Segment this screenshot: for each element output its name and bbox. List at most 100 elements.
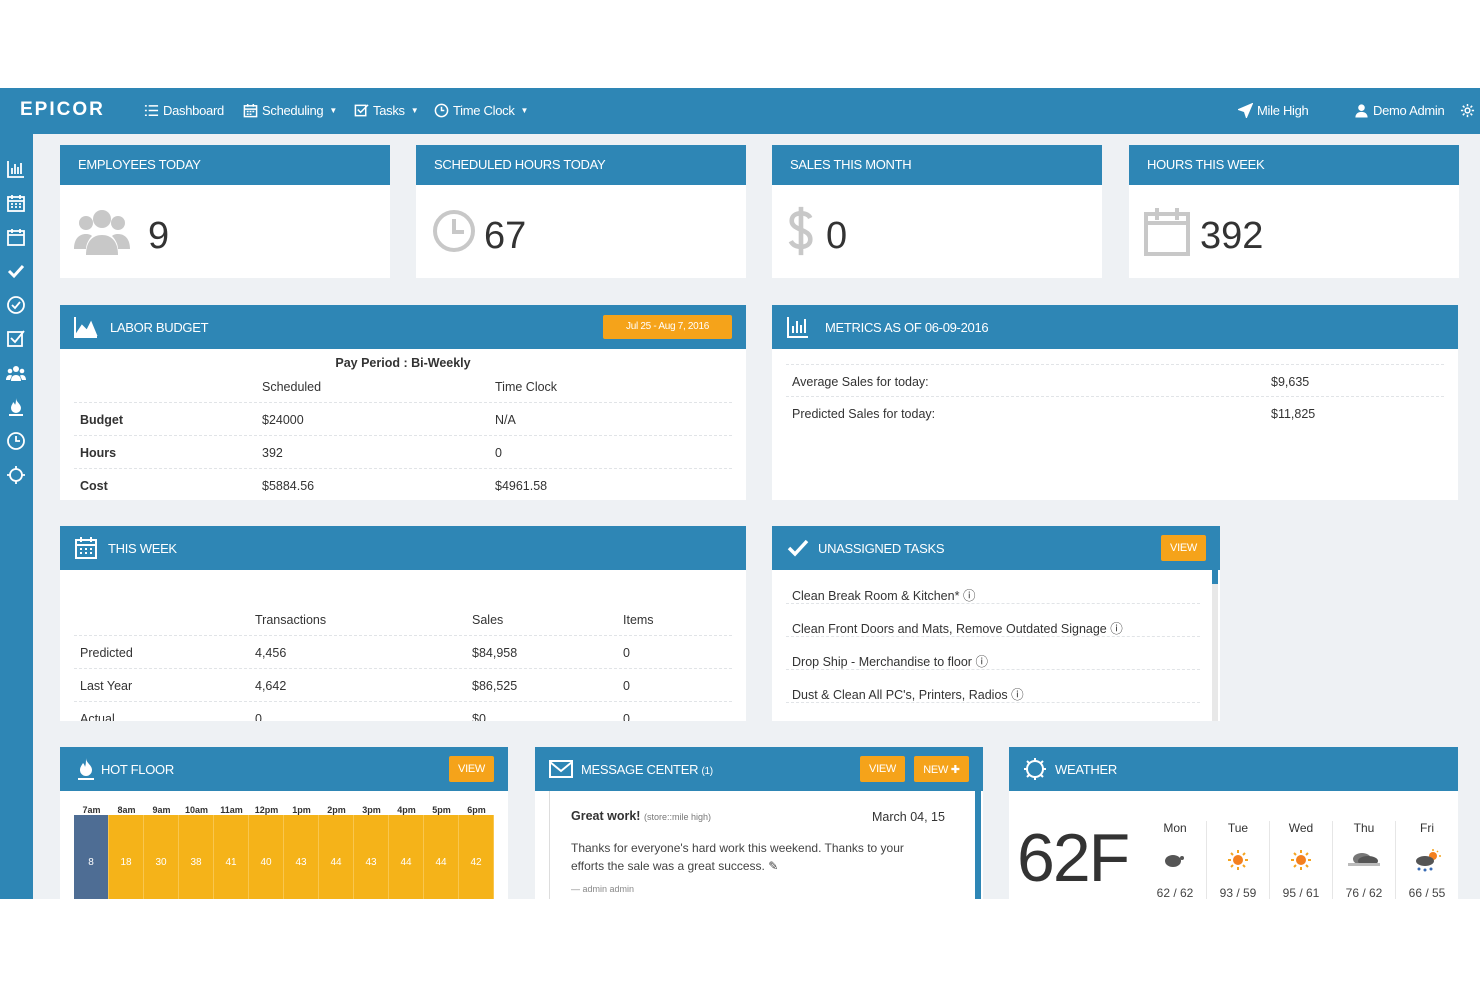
sidebar bbox=[0, 134, 33, 899]
bar-chart-icon bbox=[7, 161, 24, 178]
hot-floor-cell[interactable]: 30 bbox=[144, 815, 179, 899]
view-messages-button[interactable]: VIEW bbox=[860, 756, 905, 782]
hot-floor-cell[interactable]: 38 bbox=[179, 815, 214, 899]
task-item[interactable]: Dust & Clean All PC's, Printers, Radios … bbox=[786, 670, 1200, 703]
hot-floor-panel: HOT FLOOR VIEW 7am 8 8am 18 9am 30 10am 38 11am 4… bbox=[60, 747, 508, 899]
scheduled-value: 392 bbox=[262, 446, 283, 460]
hot-floor-cell[interactable]: 43 bbox=[284, 815, 319, 899]
list-icon bbox=[144, 105, 159, 116]
bar-chart-icon bbox=[786, 315, 810, 339]
sales-value: $84,958 bbox=[472, 646, 518, 660]
time-clock-value: $4961.58 bbox=[495, 479, 548, 493]
view-hot-floor-button[interactable]: VIEW bbox=[449, 756, 494, 782]
brand-logo[interactable]: EPICOR bbox=[20, 99, 105, 121]
hot-floor-cell[interactable]: 41 bbox=[214, 815, 249, 899]
table-row: Predicted 4,456 $84,958 0 bbox=[74, 636, 732, 669]
tile-value: 392 bbox=[1200, 215, 1264, 257]
info-icon[interactable]: ⓘ bbox=[963, 589, 976, 603]
sidebar-item-dashboard[interactable] bbox=[6, 159, 26, 179]
sidebar-item-employees[interactable] bbox=[6, 363, 26, 383]
hot-floor-cell[interactable]: 18 bbox=[109, 815, 144, 899]
dollar-icon bbox=[786, 205, 816, 257]
sidebar-item-schedule[interactable] bbox=[6, 193, 26, 213]
scrollbar[interactable] bbox=[1212, 570, 1218, 721]
users-icon bbox=[74, 205, 130, 257]
clock-icon bbox=[430, 205, 478, 257]
column-header: Scheduled bbox=[262, 380, 322, 394]
divider bbox=[549, 791, 550, 899]
settings-button[interactable] bbox=[1460, 103, 1475, 118]
hot-floor-cell[interactable]: 44 bbox=[424, 815, 459, 899]
forecast-temps: 76 / 62 bbox=[1345, 886, 1383, 899]
column-header: Time Clock bbox=[495, 380, 558, 394]
metric-label: Average Sales for today: bbox=[792, 375, 929, 389]
task-item[interactable]: Clean Break Room & Kitchen* ⓘ bbox=[786, 571, 1200, 604]
view-tasks-button[interactable]: VIEW bbox=[1161, 535, 1206, 561]
chevron-down-icon: ▼ bbox=[329, 106, 337, 115]
check-circle-icon bbox=[7, 296, 25, 314]
task-item[interactable]: Clean Front Doors and Mats, Remove Outda… bbox=[786, 604, 1200, 637]
task-item[interactable]: Drop Ship - Merchandise to floor ⓘ bbox=[786, 637, 1200, 670]
partly-sunny-rain-icon bbox=[1396, 849, 1458, 873]
panel-title: METRICS AS OF 06-09-2016 bbox=[825, 320, 989, 335]
hot-floor-cell[interactable]: 44 bbox=[319, 815, 354, 899]
metric-value: $9,635 bbox=[1271, 375, 1310, 389]
info-icon[interactable]: ⓘ bbox=[1110, 622, 1123, 636]
row-label: Cost bbox=[80, 479, 108, 493]
row-label: Actual bbox=[80, 712, 115, 721]
hot-floor-cell[interactable]: 8 bbox=[74, 815, 109, 899]
hot-floor-cell[interactable]: 43 bbox=[354, 815, 389, 899]
flame-icon bbox=[74, 757, 98, 781]
sidebar-item-weather[interactable] bbox=[6, 465, 26, 485]
edit-icon[interactable]: ✎ bbox=[768, 859, 778, 873]
tile-scheduled-hours: SCHEDULED HOURS TODAY 67 bbox=[416, 145, 746, 278]
hot-floor-cell[interactable]: 44 bbox=[389, 815, 424, 899]
hour-label: 6pm bbox=[467, 805, 486, 815]
scheduled-value: $24000 bbox=[262, 413, 304, 427]
calendar-icon bbox=[243, 103, 258, 118]
sidebar-item-approvals[interactable] bbox=[6, 295, 26, 315]
cloud-icon bbox=[1144, 849, 1206, 873]
row-label: Budget bbox=[80, 413, 124, 427]
scrollbar-thumb[interactable] bbox=[1212, 570, 1218, 584]
tile-title: SCHEDULED HOURS TODAY bbox=[416, 145, 746, 185]
scrollbar[interactable] bbox=[975, 791, 981, 899]
column-header: Items bbox=[623, 613, 654, 627]
nav-user-label: Demo Admin bbox=[1373, 103, 1445, 118]
nav-tasks-label: Tasks bbox=[373, 103, 405, 118]
message-center-panel: MESSAGE CENTER (1) VIEW NEW ✚ Great work… bbox=[535, 747, 983, 899]
column-header: Sales bbox=[472, 613, 504, 627]
nav-tasks[interactable]: Tasks ▼ bbox=[354, 103, 419, 118]
info-icon[interactable]: ⓘ bbox=[975, 655, 988, 669]
message-body-line: efforts the sale was a great success. bbox=[571, 859, 765, 873]
nav-scheduling[interactable]: Scheduling ▼ bbox=[243, 103, 337, 118]
metric-row: Average Sales for today: $9,635 bbox=[786, 364, 1444, 397]
hot-floor-cell[interactable]: 42 bbox=[459, 815, 494, 899]
info-icon[interactable]: ⓘ bbox=[1011, 688, 1024, 702]
area-chart-icon bbox=[74, 315, 98, 339]
nav-dashboard[interactable]: Dashboard bbox=[144, 103, 224, 118]
sidebar-item-calendar[interactable] bbox=[6, 227, 26, 247]
date-range-button[interactable]: Jul 25 - Aug 7, 2016 bbox=[603, 315, 732, 339]
tile-title: HOURS THIS WEEK bbox=[1129, 145, 1459, 185]
calendar-icon bbox=[74, 536, 98, 560]
items-value: 0 bbox=[623, 679, 630, 693]
hot-floor-cell[interactable]: 40 bbox=[249, 815, 284, 899]
sidebar-item-tasks[interactable] bbox=[6, 261, 26, 281]
new-message-button[interactable]: NEW ✚ bbox=[914, 756, 969, 782]
clock-icon bbox=[7, 432, 25, 450]
task-label: Clean Break Room & Kitchen* bbox=[792, 589, 960, 603]
nav-location-label: Mile High bbox=[1257, 103, 1309, 118]
forecast-day: Wed bbox=[1288, 821, 1314, 835]
metric-label: Predicted Sales for today: bbox=[792, 407, 936, 421]
nav-user[interactable]: Demo Admin bbox=[1354, 103, 1445, 118]
sidebar-item-checklist[interactable] bbox=[6, 329, 26, 349]
nav-time-clock[interactable]: Time Clock ▼ bbox=[434, 103, 528, 118]
nav-location[interactable]: Mile High bbox=[1238, 103, 1309, 118]
transactions-value: 4,642 bbox=[255, 679, 287, 693]
table-header: Transactions Sales Items bbox=[74, 603, 732, 636]
new-message-label: NEW bbox=[923, 764, 949, 776]
sun-icon bbox=[1270, 849, 1332, 873]
sidebar-item-hot-floor[interactable] bbox=[6, 397, 26, 417]
sidebar-item-time-clock[interactable] bbox=[6, 431, 26, 451]
